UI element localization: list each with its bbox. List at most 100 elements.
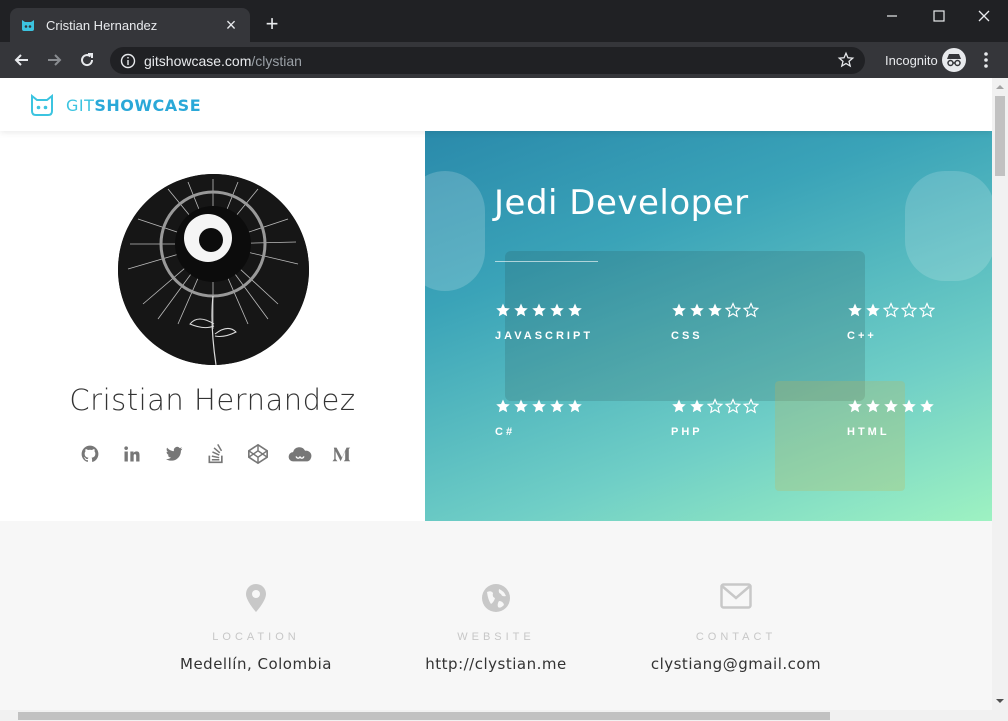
twitter-link[interactable] — [154, 442, 194, 466]
twitter-icon — [166, 446, 183, 461]
scroll-up-icon[interactable] — [992, 80, 1008, 94]
star-filled-icon — [902, 399, 916, 413]
back-button[interactable] — [10, 48, 34, 72]
contact-section: LOCATION Medellín, Colombia WEBSITE http… — [0, 521, 992, 710]
star-filled-icon — [672, 399, 686, 413]
social-links — [70, 442, 364, 466]
role-title: Jedi Developer — [494, 183, 749, 223]
star-filled-icon — [690, 399, 704, 413]
new-tab-button[interactable]: + — [260, 12, 284, 36]
background-blur — [905, 171, 992, 281]
cloud-link[interactable] — [280, 442, 320, 466]
site-header: GITSHOWCASE — [0, 78, 992, 131]
star-empty-icon — [707, 398, 723, 414]
envelope-icon — [720, 583, 752, 609]
logo-text: GITSHOWCASE — [66, 95, 202, 115]
location-block: LOCATION Medellín, Colombia — [136, 521, 376, 673]
star-filled-icon — [848, 399, 862, 413]
star-filled-icon — [708, 303, 722, 317]
skill-item: JAVASCRIPT — [495, 302, 665, 342]
vertical-scroll-thumb[interactable] — [995, 96, 1005, 176]
skill-name: C# — [495, 426, 516, 438]
star-filled-icon — [532, 303, 546, 317]
star-empty-icon — [725, 302, 741, 318]
codepen-icon — [248, 443, 268, 465]
rating-stars — [671, 398, 841, 414]
codepen-link[interactable] — [238, 442, 278, 466]
profile-name: Cristian Hernandez — [69, 383, 356, 417]
skill-name: HTML — [847, 426, 890, 438]
rating-stars — [495, 302, 665, 318]
tab-title: Cristian Hernandez — [46, 17, 158, 33]
info-icon[interactable] — [120, 53, 136, 69]
tab-close-icon[interactable]: × — [222, 15, 240, 36]
skill-name: C++ — [847, 330, 877, 342]
skill-name: PHP — [671, 426, 703, 438]
linkedin-icon — [124, 446, 140, 462]
star-filled-icon — [568, 399, 582, 413]
stackoverflow-link[interactable] — [196, 442, 236, 466]
star-filled-icon — [514, 399, 528, 413]
minimize-button[interactable] — [870, 4, 914, 28]
star-empty-icon — [725, 398, 741, 414]
address-bar[interactable]: gitshowcase.com/clystian — [110, 47, 865, 74]
star-empty-icon — [883, 302, 899, 318]
contact-label: CONTACT — [695, 631, 777, 643]
medium-icon — [332, 447, 351, 462]
horizontal-scrollbar[interactable] — [0, 710, 1008, 721]
arrow-left-icon — [14, 54, 28, 66]
divider — [495, 261, 598, 262]
horizontal-scroll-thumb[interactable] — [18, 712, 830, 720]
rating-stars — [671, 302, 841, 318]
medium-link[interactable] — [322, 442, 362, 466]
forward-button[interactable] — [42, 48, 66, 72]
browser-menu-button[interactable] — [978, 50, 994, 70]
rating-stars — [847, 398, 992, 414]
globe-icon — [482, 584, 510, 612]
star-filled-icon — [550, 303, 564, 317]
skill-item: HTML — [847, 398, 992, 438]
email-link[interactable]: clystiang@gmail.com — [616, 655, 856, 673]
profile-panel: Cristian Hernandez — [0, 131, 425, 521]
star-filled-icon — [690, 303, 704, 317]
incognito-label: Incognito — [885, 53, 938, 68]
star-filled-icon — [550, 399, 564, 413]
linkedin-link[interactable] — [112, 442, 152, 466]
star-filled-icon — [866, 399, 880, 413]
location-label: LOCATION — [212, 631, 300, 643]
github-link[interactable] — [70, 442, 110, 466]
skill-name: JAVASCRIPT — [495, 330, 594, 342]
incognito-icon[interactable] — [942, 48, 966, 72]
star-filled-icon — [884, 399, 898, 413]
site-logo[interactable]: GITSHOWCASE — [30, 94, 201, 116]
skill-item: C# — [495, 398, 665, 438]
github-icon — [81, 445, 99, 462]
cloud-icon — [288, 447, 312, 462]
map-pin-icon — [246, 584, 266, 612]
page-viewport: GITSHOWCASE Cristian Hernandez Jedi Deve… — [0, 78, 992, 710]
minimize-icon — [887, 15, 897, 17]
skill-name: CSS — [671, 330, 703, 342]
background-blur — [425, 171, 485, 291]
bookmark-star-icon[interactable] — [837, 51, 855, 69]
browser-toolbar: gitshowcase.com/clystian Incognito — [0, 42, 1008, 78]
scroll-down-icon[interactable] — [992, 694, 1008, 708]
close-window-button[interactable] — [962, 4, 1006, 28]
contact-block: CONTACT clystiang@gmail.com — [616, 521, 856, 673]
maximize-button[interactable] — [917, 4, 961, 28]
star-filled-icon — [514, 303, 528, 317]
star-empty-icon — [919, 302, 935, 318]
website-link[interactable]: http://clystian.me — [376, 655, 616, 673]
website-block: WEBSITE http://clystian.me — [376, 521, 616, 673]
star-empty-icon — [743, 302, 759, 318]
gitshowcase-logo-icon — [31, 94, 53, 116]
rating-stars — [495, 398, 665, 414]
vertical-scrollbar[interactable] — [992, 78, 1008, 710]
url-path: /clystian — [251, 52, 302, 69]
location-value: Medellín, Colombia — [180, 655, 332, 673]
rating-stars — [847, 302, 992, 318]
reload-button[interactable] — [75, 48, 99, 72]
star-filled-icon — [848, 303, 862, 317]
star-filled-icon — [866, 303, 880, 317]
browser-tab[interactable]: Cristian Hernandez × — [10, 8, 250, 42]
